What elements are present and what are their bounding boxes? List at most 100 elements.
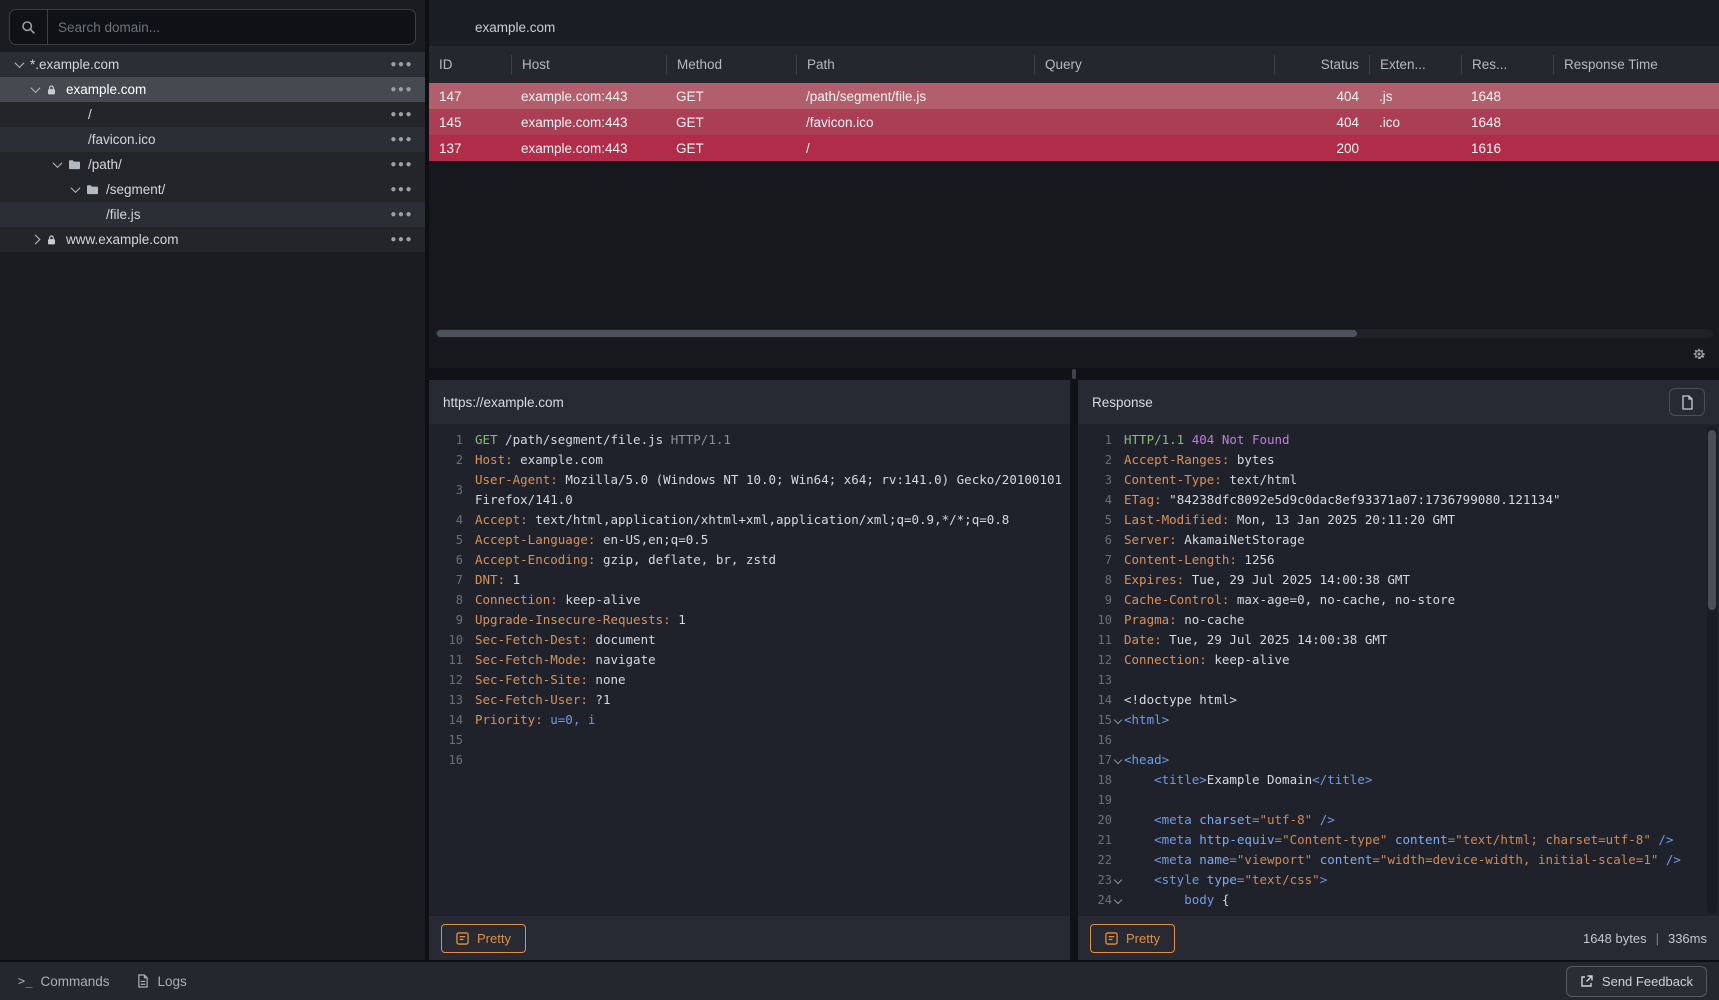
copy-response-button[interactable] <box>1669 388 1705 416</box>
line-number: 6 <box>1078 530 1124 550</box>
item-menu-dots-icon[interactable]: ●●● <box>390 84 425 95</box>
chevron-right-icon[interactable] <box>30 235 40 245</box>
line-number: 2 <box>429 450 475 470</box>
column-header-response-time[interactable]: Response Time <box>1553 55 1719 75</box>
fold-chevron-icon[interactable] <box>1112 714 1124 726</box>
fold-chevron-icon[interactable] <box>1112 754 1124 766</box>
line-number: 6 <box>429 550 475 570</box>
fold-spacer <box>1112 574 1124 586</box>
tree-item-path[interactable]: /path/●●● <box>0 152 425 177</box>
chevron-down-icon[interactable] <box>52 158 62 168</box>
response-pane-header: Response <box>1078 380 1719 424</box>
response-meta: 1648 bytes | 336ms <box>1583 931 1707 946</box>
column-header-status[interactable]: Status <box>1274 55 1369 75</box>
item-menu-dots-icon[interactable]: ●●● <box>390 234 425 245</box>
tree-item-example-com[interactable]: example.com●●● <box>0 77 425 102</box>
column-header-path[interactable]: Path <box>796 55 1034 75</box>
table-row-145[interactable]: 145example.com:443GET/favicon.ico404.ico… <box>429 109 1719 135</box>
splitter-handle[interactable] <box>1072 369 1076 379</box>
table-settings-gear-icon[interactable] <box>1691 346 1707 362</box>
pretty-label: Pretty <box>1126 931 1160 946</box>
cell-path: / <box>796 135 1034 161</box>
line-number: 19 <box>1078 790 1124 810</box>
line-number: 13 <box>429 690 475 710</box>
response-pretty-button[interactable]: Pretty <box>1090 924 1175 953</box>
sidebar: *.example.com●●●example.com●●●/●●●/favic… <box>0 0 429 960</box>
tree-item-example-com[interactable]: *.example.com●●● <box>0 52 425 77</box>
chevron-down-icon[interactable] <box>14 58 24 68</box>
item-menu-dots-icon[interactable]: ●●● <box>390 159 425 170</box>
line-content: Sec-Fetch-Mode: navigate <box>475 650 1070 670</box>
item-menu-dots-icon[interactable]: ●●● <box>390 59 425 70</box>
table-row-147[interactable]: 147example.com:443GET/path/segment/file.… <box>429 83 1719 109</box>
chevron-slot <box>64 186 86 193</box>
tree-item-file-js[interactable]: /file.js●●● <box>0 202 425 227</box>
response-editor[interactable]: 1HTTP/1.1 404 Not Found2Accept-Ranges: b… <box>1078 424 1705 916</box>
tree-item-www-example-com[interactable]: www.example.com●●● <box>0 227 425 252</box>
fold-spacer <box>463 534 475 546</box>
line-number: 5 <box>429 530 475 550</box>
code-line: 2Host: example.com <box>429 450 1070 470</box>
meta-separator: | <box>1656 931 1659 946</box>
column-header-query[interactable]: Query <box>1034 55 1274 75</box>
column-header-host[interactable]: Host <box>511 55 666 75</box>
tree-item-favicon-ico[interactable]: /favicon.ico●●● <box>0 127 425 152</box>
item-menu-dots-icon[interactable]: ●●● <box>390 184 425 195</box>
logs-button[interactable]: Logs <box>137 974 186 989</box>
response-scrollbar[interactable] <box>1707 426 1717 914</box>
line-content: Sec-Fetch-Dest: document <box>475 630 1070 650</box>
fold-chevron-icon[interactable] <box>1112 894 1124 906</box>
fold-spacer <box>463 554 475 566</box>
column-header-exten[interactable]: Exten... <box>1369 55 1461 75</box>
line-content: Accept: text/html,application/xhtml+xml,… <box>475 510 1070 530</box>
cell-id: 137 <box>429 135 511 161</box>
commands-button[interactable]: >_ Commands <box>18 974 109 989</box>
fold-chevron-icon[interactable] <box>1112 874 1124 886</box>
line-number: 12 <box>1078 650 1124 670</box>
line-number: 16 <box>429 750 475 770</box>
line-content: Host: example.com <box>475 450 1070 470</box>
item-menu-dots-icon[interactable]: ●●● <box>390 134 425 145</box>
chevron-down-icon[interactable] <box>30 83 40 93</box>
lock-icon <box>46 234 66 246</box>
cell-method: GET <box>666 83 796 109</box>
line-content <box>1124 790 1705 810</box>
column-header-res[interactable]: Res... <box>1461 55 1553 75</box>
code-line: 23 <style type="text/css"> <box>1078 870 1705 890</box>
horizontal-splitter[interactable] <box>429 368 1719 380</box>
send-feedback-button[interactable]: Send Feedback <box>1566 966 1707 997</box>
chevron-down-icon[interactable] <box>70 183 80 193</box>
horizontal-scrollbar-thumb[interactable] <box>437 330 1357 337</box>
domain-search-input[interactable] <box>48 20 415 35</box>
vertical-splitter[interactable] <box>1070 380 1078 960</box>
code-line: 21 <meta http-equiv="Content-type" conte… <box>1078 830 1705 850</box>
response-time: 336ms <box>1668 931 1707 946</box>
column-header-id[interactable]: ID <box>429 55 511 75</box>
item-menu-dots-icon[interactable]: ●●● <box>390 209 425 220</box>
request-editor[interactable]: 1GET /path/segment/file.js HTTP/1.12Host… <box>429 424 1070 916</box>
line-number: 3 <box>1078 470 1124 490</box>
tree-item-root[interactable]: /●●● <box>0 102 425 127</box>
line-number: 14 <box>429 710 475 730</box>
response-scrollbar-thumb[interactable] <box>1708 430 1716 610</box>
cell-host: example.com:443 <box>511 83 666 109</box>
line-content: Priority: u=0, i <box>475 710 1070 730</box>
line-content: HTTP/1.1 404 Not Found <box>1124 430 1705 450</box>
column-header-method[interactable]: Method <box>666 55 796 75</box>
cell-query <box>1034 109 1274 135</box>
code-line: 16 <box>429 750 1070 770</box>
request-pretty-button[interactable]: Pretty <box>441 924 526 953</box>
domain-search-box[interactable] <box>9 9 416 45</box>
code-line: 15 <box>429 730 1070 750</box>
table-row-137[interactable]: 137example.com:443GET/2001616 <box>429 135 1719 161</box>
item-menu-dots-icon[interactable]: ●●● <box>390 109 425 120</box>
cell-path: /favicon.ico <box>796 109 1034 135</box>
fold-spacer <box>1112 454 1124 466</box>
line-number: 8 <box>429 590 475 610</box>
tree-item-segment[interactable]: /segment/●●● <box>0 177 425 202</box>
horizontal-scrollbar[interactable] <box>435 329 1713 338</box>
line-content: <meta charset="utf-8" /> <box>1124 810 1705 830</box>
code-line: 17<head> <box>1078 750 1705 770</box>
tab-example-com[interactable]: example.com <box>453 8 577 46</box>
line-content: <style type="text/css"> <box>1124 870 1705 890</box>
